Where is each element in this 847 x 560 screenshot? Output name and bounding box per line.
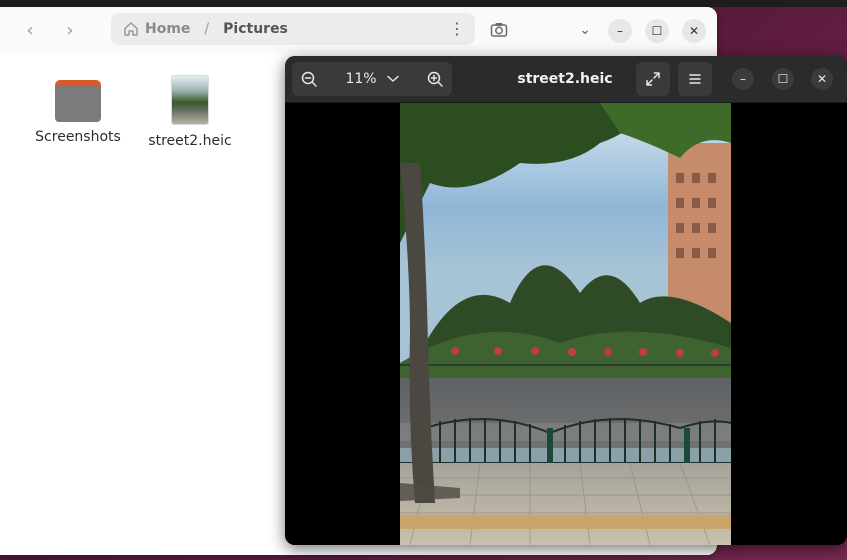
close-icon: ✕ [816, 72, 828, 86]
image-canvas[interactable] [285, 103, 847, 545]
fullscreen-icon [646, 72, 660, 86]
breadcrumb-home[interactable]: Home [123, 21, 190, 37]
folder-icon [55, 80, 101, 122]
chevron-down-icon: ⌄ [579, 22, 591, 38]
zoom-out-icon [301, 71, 317, 87]
zoom-out-button[interactable] [292, 62, 326, 96]
home-icon [124, 22, 138, 36]
zoom-level-value: 11% [345, 71, 377, 87]
chevron-down-icon [386, 75, 399, 82]
breadcrumb-separator: / [204, 21, 210, 37]
search-icon [490, 23, 508, 37]
breadcrumb-home-label: Home [145, 21, 191, 37]
chevron-right-icon: › [66, 19, 74, 41]
window-title: street2.heic [517, 71, 613, 87]
file-item-screenshots[interactable]: Screenshots [30, 80, 126, 146]
path-bar[interactable]: Home / Pictures ⋮ [111, 13, 475, 45]
close-icon: ✕ [688, 24, 700, 38]
minimize-button[interactable]: – [608, 19, 632, 43]
back-button[interactable]: ‹ [16, 15, 44, 45]
minimize-icon: – [617, 24, 623, 38]
minimize-icon: – [740, 72, 746, 86]
breadcrumb-current[interactable]: Pictures [223, 21, 288, 37]
zoom-in-icon [427, 71, 443, 87]
file-manager-header: ‹ › Home / Pictures ⋮ ⌄ – ☐ ✕ [0, 7, 717, 53]
hamburger-menu-icon [689, 74, 701, 84]
zoom-controls: 11% [292, 62, 452, 96]
top-panel [0, 0, 847, 7]
image-viewer-header: 11% street2.heic – ☐ ✕ [285, 56, 847, 103]
fullscreen-button[interactable] [636, 62, 670, 96]
file-item-street2[interactable]: street2.heic [142, 76, 238, 150]
forward-button[interactable]: › [56, 15, 84, 45]
close-button[interactable]: ✕ [682, 19, 706, 43]
main-menu-button[interactable] [678, 62, 712, 96]
maximize-icon: ☐ [777, 72, 789, 86]
street-photo-illustration [400, 103, 731, 545]
file-item-label: Screenshots [35, 129, 121, 145]
search-button[interactable] [484, 15, 514, 45]
street-photo [400, 103, 731, 545]
image-thumbnail-icon [172, 76, 208, 124]
zoom-level-dropdown[interactable]: 11% [326, 71, 418, 87]
chevron-left-icon: ‹ [26, 19, 34, 41]
view-options-button[interactable]: ⌄ [570, 15, 600, 45]
maximize-button[interactable]: ☐ [645, 19, 669, 43]
file-item-label: street2.heic [148, 133, 232, 149]
viewer-close-button[interactable]: ✕ [811, 68, 833, 90]
maximize-icon: ☐ [651, 24, 663, 38]
zoom-in-button[interactable] [418, 62, 452, 96]
kebab-menu-icon[interactable]: ⋮ [449, 19, 465, 38]
image-viewer-window: 11% street2.heic – ☐ ✕ [285, 56, 847, 545]
viewer-maximize-button[interactable]: ☐ [772, 68, 794, 90]
viewer-minimize-button[interactable]: – [732, 68, 754, 90]
